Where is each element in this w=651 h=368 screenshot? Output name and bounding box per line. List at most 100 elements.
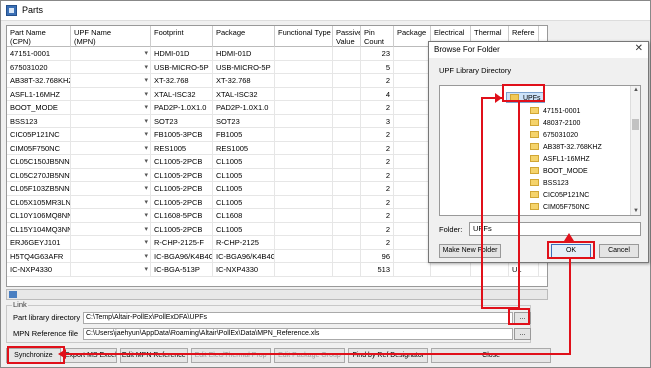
- find-by-ref-designator-button[interactable]: Find by Ref Designator: [348, 348, 429, 363]
- table-cell: CL1005: [213, 168, 275, 182]
- upf-name-dropdown[interactable]: [71, 74, 151, 88]
- table-cell: [275, 168, 333, 182]
- upf-name-dropdown[interactable]: [71, 47, 151, 61]
- edit-mpn-reference-button[interactable]: Edit MPN Reference: [119, 348, 188, 363]
- table-cell: [275, 236, 333, 250]
- table-cell: CL05X105MR3LNNC: [7, 195, 71, 209]
- upf-name-dropdown[interactable]: [71, 60, 151, 74]
- table-cell: [333, 249, 361, 263]
- table-cell: CL1005-2PCB: [151, 222, 213, 236]
- table-cell: [275, 74, 333, 88]
- upf-name-dropdown[interactable]: [71, 101, 151, 115]
- table-row[interactable]: IC-NXP4330IC-BGA-513PIC-NXP4330513U1: [7, 263, 547, 277]
- tree-item[interactable]: 47151-0001: [530, 106, 580, 117]
- table-cell: PAD2P-1.0X1.0: [151, 101, 213, 115]
- folder-icon: [530, 142, 539, 150]
- arrow-line-ok-down: [569, 259, 571, 354]
- table-cell: CL05C270JB5NNWC: [7, 168, 71, 182]
- upf-name-dropdown[interactable]: [71, 168, 151, 182]
- tree-vertical-scrollbar[interactable]: ▲ ▼: [630, 86, 640, 215]
- folder-icon: [530, 166, 539, 174]
- column-header[interactable]: Footprint: [151, 26, 213, 47]
- table-cell: IC-BGA96/K4B4G1: [151, 249, 213, 263]
- part-library-path-field[interactable]: C:\Temp\Altair-PollEx\PollExDFA\UPFs: [83, 312, 513, 324]
- tree-item[interactable]: CIM05F750NC: [530, 202, 590, 213]
- folder-tree[interactable]: UPFs ▲ ▼ 47151-0001 48037-2100 675031020 AB…: [439, 85, 641, 216]
- tree-item[interactable]: 48037-2100: [530, 118, 580, 129]
- table-cell: AB38T-32.768KHZ: [7, 74, 71, 88]
- upf-name-dropdown[interactable]: [71, 155, 151, 169]
- export-ms-excel-button[interactable]: Export MS Excel: [63, 348, 117, 363]
- mpn-reference-browse-button[interactable]: ...: [514, 328, 531, 340]
- column-header[interactable]: Part Name (CPN): [7, 26, 71, 47]
- upf-name-dropdown[interactable]: [71, 114, 151, 128]
- table-cell: RES1005: [151, 141, 213, 155]
- column-header[interactable]: UPF Name (MPN): [71, 26, 151, 47]
- close-button[interactable]: Close: [431, 348, 551, 363]
- make-new-folder-button[interactable]: Make New Folder: [439, 244, 501, 258]
- title-bar: Parts: [1, 1, 650, 21]
- tree-item[interactable]: BSS123: [530, 178, 569, 189]
- table-cell: XT-32.768: [213, 74, 275, 88]
- scroll-down-icon[interactable]: ▼: [632, 208, 640, 214]
- table-cell: [333, 168, 361, 182]
- table-cell: CL15Y104MQ3NNNC: [7, 222, 71, 236]
- scrollbar-thumb[interactable]: [9, 291, 17, 298]
- tree-item[interactable]: AB38T-32.768KHZ: [530, 142, 602, 153]
- table-cell: CIC05P121NC: [7, 128, 71, 142]
- upf-name-dropdown[interactable]: [71, 195, 151, 209]
- table-cell: [333, 236, 361, 250]
- horizontal-scrollbar[interactable]: [6, 289, 548, 300]
- mpn-reference-path-field[interactable]: C:\Users\jaehyun\AppData\Roaming\Altair\…: [83, 328, 513, 340]
- tree-item[interactable]: ASFL1-16MHZ: [530, 154, 590, 165]
- scroll-up-icon[interactable]: ▲: [632, 87, 640, 93]
- upf-name-dropdown[interactable]: [71, 128, 151, 142]
- upf-name-dropdown[interactable]: [71, 236, 151, 250]
- upf-name-dropdown[interactable]: [71, 249, 151, 263]
- bottom-button-bar: Synchronize Export MS Excel Edit MPN Ref…: [6, 348, 551, 363]
- upf-name-dropdown[interactable]: [71, 222, 151, 236]
- table-cell: 4: [361, 87, 394, 101]
- table-cell: 2: [361, 168, 394, 182]
- tree-item[interactable]: CIC05P121NC: [530, 190, 589, 201]
- table-cell: SOT23: [151, 114, 213, 128]
- table-cell: [275, 101, 333, 115]
- table-cell: [394, 141, 431, 155]
- arrowhead-ok: [564, 233, 574, 241]
- column-header[interactable]: Package: [394, 26, 431, 47]
- column-header[interactable]: Pin Count: [361, 26, 394, 47]
- table-cell: [333, 263, 361, 277]
- table-cell: [333, 101, 361, 115]
- column-header[interactable]: Functional Type: [275, 26, 333, 47]
- column-header[interactable]: Package: [213, 26, 275, 47]
- upf-name-dropdown[interactable]: [71, 182, 151, 196]
- table-cell: 2: [361, 101, 394, 115]
- edit-elec-thermal-prop-button[interactable]: Edit Elec/Thermal Prop: [190, 348, 271, 363]
- table-cell: [394, 168, 431, 182]
- table-cell: CL1608-5PCB: [151, 209, 213, 223]
- tree-item[interactable]: BOOT_MODE: [530, 166, 588, 177]
- arrow-line-browse-up: [518, 102, 520, 309]
- folder-icon: [530, 190, 539, 198]
- upf-name-dropdown[interactable]: [71, 87, 151, 101]
- tree-item[interactable]: 675031020: [530, 130, 578, 141]
- table-cell: [333, 114, 361, 128]
- link-legend: Link: [12, 300, 28, 309]
- column-header[interactable]: Passive Value: [333, 26, 361, 47]
- cancel-button[interactable]: Cancel: [599, 244, 639, 258]
- upf-name-dropdown[interactable]: [71, 263, 151, 277]
- edit-package-group-button[interactable]: Edit Package Group: [273, 348, 346, 363]
- table-cell: [394, 155, 431, 169]
- table-cell: 23: [361, 47, 394, 61]
- scrollbar-thumb[interactable]: [632, 119, 639, 130]
- upf-name-dropdown[interactable]: [71, 141, 151, 155]
- upf-name-dropdown[interactable]: [71, 209, 151, 223]
- table-cell: [394, 195, 431, 209]
- table-cell: RES1005: [213, 141, 275, 155]
- table-cell: [275, 47, 333, 61]
- tree-item-label: 47151-0001: [543, 108, 581, 115]
- close-icon[interactable]: ✕: [635, 43, 643, 54]
- arrowhead-upfs: [495, 93, 502, 103]
- dialog-title-bar: Browse For Folder ✕: [429, 42, 648, 58]
- folder-input[interactable]: UPFs: [469, 222, 641, 236]
